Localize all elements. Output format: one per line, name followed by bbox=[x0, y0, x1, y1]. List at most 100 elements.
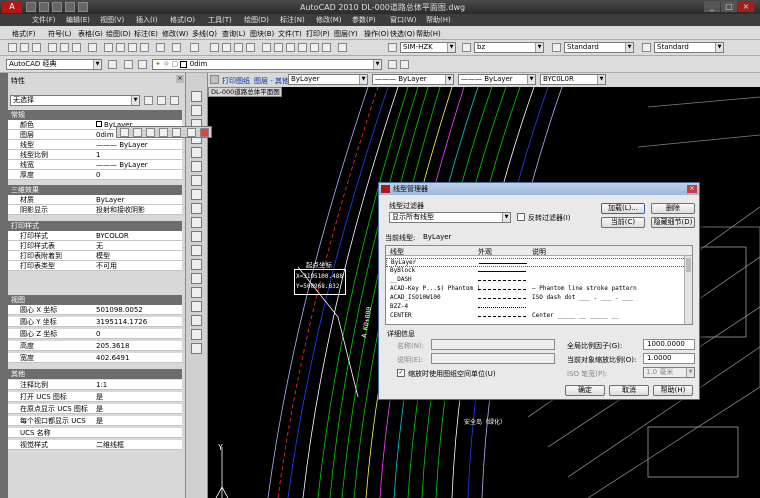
menu-view[interactable]: 视图(V) bbox=[100, 15, 124, 25]
rectangle-icon[interactable] bbox=[191, 147, 202, 158]
hatch-icon[interactable] bbox=[191, 287, 202, 298]
tb-dimension[interactable]: 标注(E) bbox=[134, 29, 158, 39]
redo-icon[interactable] bbox=[78, 2, 88, 12]
list-item[interactable]: ByLayer bbox=[386, 258, 686, 267]
prop-row[interactable]: UCS 名称 bbox=[8, 428, 182, 438]
circle-icon[interactable] bbox=[191, 175, 202, 186]
select-objects-icon[interactable] bbox=[157, 96, 166, 105]
redo-icon[interactable] bbox=[190, 43, 199, 52]
minimize-icon[interactable]: _ bbox=[704, 1, 720, 12]
dim-style-select[interactable]: bz ▼ bbox=[474, 42, 544, 53]
3d-print-icon[interactable] bbox=[88, 43, 97, 52]
view-top-icon[interactable] bbox=[133, 128, 142, 137]
tb-operate[interactable]: 操作(O) bbox=[364, 29, 389, 39]
construction-line-icon[interactable] bbox=[191, 105, 202, 116]
prop-row[interactable]: 阴影显示 投射和接收阴影 bbox=[8, 205, 182, 215]
region-icon[interactable] bbox=[191, 315, 202, 326]
ok-button[interactable]: 确定 bbox=[565, 385, 605, 396]
save-icon[interactable] bbox=[32, 43, 41, 52]
spline-icon[interactable] bbox=[191, 203, 202, 214]
tb-help[interactable]: 帮助(H) bbox=[416, 29, 441, 39]
section-3d-effects[interactable]: 三维效果 bbox=[8, 185, 182, 195]
arc-icon[interactable] bbox=[191, 161, 202, 172]
quick-select-icon[interactable] bbox=[170, 96, 179, 105]
tb-quickselect[interactable]: 快选(Q) bbox=[390, 29, 415, 39]
prop-row[interactable]: 打印表类型 不可用 bbox=[8, 261, 182, 271]
prop-row[interactable]: 打印表附着到 模型 bbox=[8, 251, 182, 261]
name-field[interactable] bbox=[431, 339, 555, 350]
scroll-thumb[interactable] bbox=[686, 258, 691, 272]
tb-modify[interactable]: 修改(W) bbox=[162, 29, 188, 39]
prop-row[interactable]: 每个视口都显示 UCS 是 bbox=[8, 416, 182, 426]
close-toolbar-icon[interactable] bbox=[200, 128, 209, 137]
cut-icon[interactable] bbox=[104, 43, 113, 52]
menu-tools[interactable]: 工具(T) bbox=[208, 15, 232, 25]
text-style-select[interactable]: SIM-HZK ▼ bbox=[400, 42, 456, 53]
prop-row[interactable]: 在原点显示 UCS 图标是 bbox=[8, 404, 182, 414]
current-button[interactable]: 当前(C) bbox=[601, 217, 645, 228]
toggle-pickadd-icon[interactable] bbox=[144, 96, 153, 105]
properties-icon[interactable] bbox=[262, 43, 271, 52]
section-plot-style[interactable]: 打印样式 bbox=[8, 221, 182, 231]
current-scale-field[interactable]: 1.0000 bbox=[643, 353, 695, 364]
gradient-icon[interactable] bbox=[191, 301, 202, 312]
prop-row[interactable]: 打开 UCS 图标 是 bbox=[8, 392, 182, 402]
paste-icon[interactable] bbox=[128, 43, 137, 52]
new-file-icon[interactable] bbox=[26, 2, 36, 12]
markup-icon[interactable] bbox=[310, 43, 319, 52]
prop-row[interactable]: 厚度 0 bbox=[8, 170, 182, 180]
save-icon[interactable] bbox=[52, 2, 62, 12]
close-icon[interactable]: × bbox=[687, 185, 697, 193]
new-icon[interactable] bbox=[8, 43, 17, 52]
block-editor-icon[interactable] bbox=[156, 43, 165, 52]
col-description[interactable]: 说明 bbox=[532, 247, 546, 257]
delete-button[interactable]: 删除 bbox=[651, 203, 695, 214]
global-scale-field[interactable]: 1000.0000 bbox=[643, 339, 695, 350]
tb-layer[interactable]: 图层(Y) bbox=[334, 29, 358, 39]
lineweight-select[interactable]: ——— ByLayer ▼ bbox=[458, 74, 536, 85]
menu-insert[interactable]: 插入(I) bbox=[136, 15, 158, 25]
prop-row[interactable]: 视觉样式 二维线框 bbox=[8, 440, 182, 450]
menu-dimension[interactable]: 标注(N) bbox=[280, 15, 305, 25]
palette-grip[interactable] bbox=[0, 73, 8, 498]
zoom-realtime-icon[interactable] bbox=[222, 43, 231, 52]
design-center-icon[interactable] bbox=[274, 43, 283, 52]
list-item[interactable]: ByBlock bbox=[386, 267, 686, 276]
multiline-text-icon[interactable] bbox=[191, 343, 202, 354]
desc-field[interactable] bbox=[431, 353, 555, 364]
linetype-list[interactable]: 线型 外观 说明 ByLayer ByBlock __DASH ACAD-Key… bbox=[385, 245, 693, 325]
layer-manager-icon[interactable] bbox=[124, 60, 133, 69]
workspace-select[interactable]: AutoCAD 经典 ▼ bbox=[6, 59, 102, 70]
view-right-icon[interactable] bbox=[159, 128, 168, 137]
prop-row[interactable]: 打印样式表 无 bbox=[8, 241, 182, 251]
prop-row[interactable]: 线型 ——— ByLayer bbox=[8, 140, 182, 150]
tb-symbol[interactable]: 符号(L) bbox=[48, 29, 71, 39]
preview-icon[interactable] bbox=[60, 43, 69, 52]
layer-state-icon[interactable] bbox=[138, 60, 147, 69]
open-file-icon[interactable] bbox=[39, 2, 49, 12]
list-item[interactable]: ACAD-Key P...$( Phantom ) — Phantom line … bbox=[386, 285, 686, 294]
col-appearance[interactable]: 外观 bbox=[478, 247, 492, 257]
print-tab[interactable]: 打印图纸 bbox=[222, 76, 250, 86]
zoom-window-icon[interactable] bbox=[234, 43, 243, 52]
view-iso-icon[interactable] bbox=[172, 128, 181, 137]
prop-row[interactable]: 注释比例 1:1 bbox=[8, 380, 182, 390]
menu-modify[interactable]: 修改(M) bbox=[316, 15, 342, 25]
invert-filter-checkbox[interactable] bbox=[517, 213, 525, 221]
prop-row[interactable]: 圆心 Z 坐标 0 bbox=[8, 329, 182, 339]
plotstyle-select[interactable]: BYC0L0R ▼ bbox=[540, 74, 606, 85]
match-properties-icon[interactable] bbox=[140, 43, 149, 52]
autocad-logo-icon[interactable]: A bbox=[2, 1, 22, 13]
layer-select[interactable]: ✦ ☼ ▢ 0dim ▼ bbox=[152, 59, 382, 70]
menu-edit[interactable]: 编辑(E) bbox=[66, 15, 90, 25]
table-icon[interactable] bbox=[191, 329, 202, 340]
load-button[interactable]: 加载(L)... bbox=[601, 203, 645, 214]
calculator-icon[interactable] bbox=[322, 43, 331, 52]
mleader-style-icon[interactable] bbox=[642, 43, 651, 52]
layer-previous-icon[interactable] bbox=[400, 60, 409, 69]
document-tab[interactable]: DL-000道路总体平面图 bbox=[208, 87, 282, 97]
iso-pen-select[interactable]: 1.0 毫米 ▼ bbox=[643, 367, 695, 378]
hide-details-button[interactable]: 隐藏细节(D) bbox=[651, 217, 695, 228]
make-current-icon[interactable] bbox=[388, 60, 397, 69]
section-view[interactable]: 视图 bbox=[8, 295, 182, 305]
